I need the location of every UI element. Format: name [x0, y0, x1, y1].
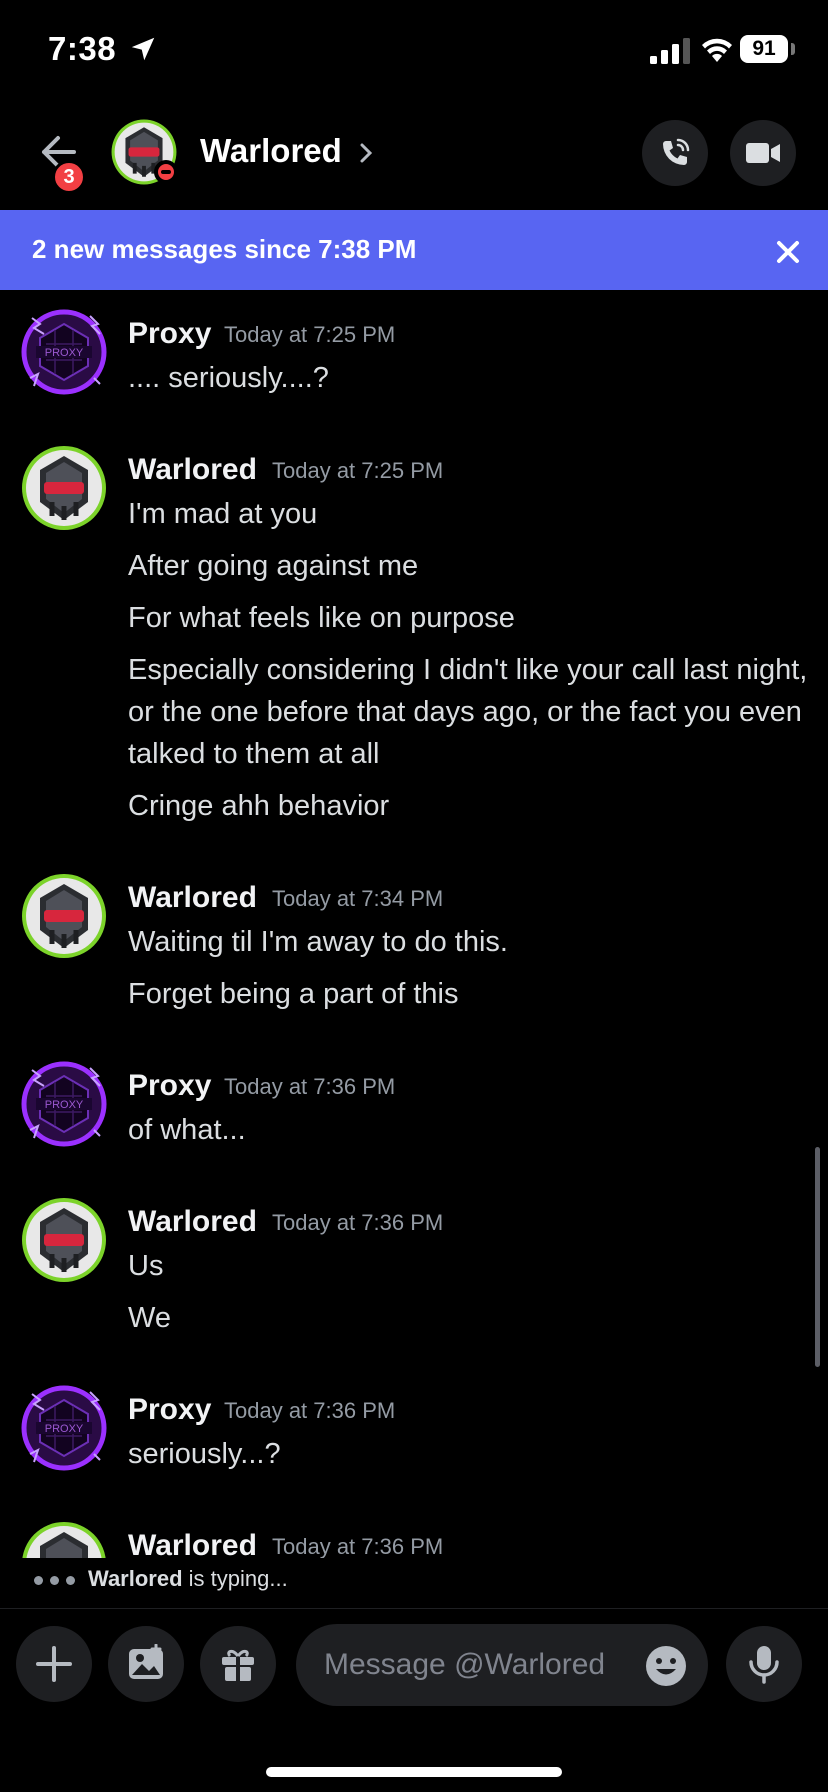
- battery-indicator: 91: [740, 35, 788, 63]
- message-timestamp: Today at 7:36 PM: [224, 1074, 396, 1099]
- avatar[interactable]: [20, 872, 108, 960]
- message-text: Forget being a part of this: [128, 978, 459, 1010]
- message-text: .... seriously....?: [128, 362, 329, 394]
- message-author[interactable]: Proxy: [128, 1069, 211, 1103]
- wifi-icon: [702, 38, 732, 62]
- typing-indicator: Warlored is typing...: [0, 1558, 828, 1608]
- chevron-right-icon[interactable]: [358, 142, 374, 164]
- microphone-icon: [749, 1646, 779, 1684]
- status-dnd-icon: [154, 160, 178, 184]
- status-bar: 7:38 91: [0, 0, 828, 100]
- svg-text:PROXY: PROXY: [45, 1423, 84, 1435]
- svg-text:PROXY: PROXY: [45, 1099, 84, 1111]
- avatar[interactable]: PROXY: [20, 308, 108, 396]
- message-timestamp: Today at 7:36 PM: [272, 1534, 444, 1558]
- scrollbar-thumb[interactable]: [815, 1147, 820, 1367]
- message-timestamp: Today at 7:25 PM: [224, 322, 396, 347]
- typing-dots-icon: [34, 1576, 78, 1586]
- avatar[interactable]: PROXY: [20, 1384, 108, 1472]
- message-author[interactable]: Warlored: [128, 881, 257, 915]
- message-composer: [0, 1612, 828, 1722]
- message-text: Waiting til I'm away to do this.: [128, 926, 508, 958]
- home-indicator[interactable]: [266, 1767, 562, 1777]
- new-messages-banner[interactable]: 2 new messages since 7:38 PM: [0, 210, 828, 290]
- emoji-icon[interactable]: [644, 1644, 688, 1688]
- phone-icon: [663, 138, 690, 165]
- avatar[interactable]: [20, 1196, 108, 1284]
- page-title[interactable]: Warlored: [200, 132, 342, 170]
- message-author[interactable]: Warlored: [128, 1529, 257, 1558]
- add-attachment-button[interactable]: [16, 1626, 92, 1702]
- svg-text:PROXY: PROXY: [45, 347, 84, 359]
- image-icon: [129, 1644, 163, 1679]
- message-author[interactable]: Warlored: [128, 1205, 257, 1239]
- typing-user: Warlored: [88, 1566, 183, 1591]
- message-timestamp: Today at 7:36 PM: [224, 1398, 396, 1423]
- message-text: Especially considering I didn't like you…: [128, 654, 808, 770]
- message-author[interactable]: Warlored: [128, 453, 257, 487]
- gift-button[interactable]: [200, 1626, 276, 1702]
- avatar[interactable]: [20, 1520, 108, 1558]
- message-author[interactable]: Proxy: [128, 317, 211, 351]
- typing-text: Warlored is typing...: [88, 1566, 288, 1592]
- new-messages-text: 2 new messages since 7:38 PM: [32, 234, 417, 264]
- message-text: Cringe ahh behavior: [128, 790, 390, 822]
- message-timestamp: Today at 7:25 PM: [272, 458, 444, 483]
- gallery-button[interactable]: [108, 1626, 184, 1702]
- message-timestamp: Today at 7:36 PM: [272, 1210, 444, 1235]
- message-text: of what...: [128, 1114, 246, 1146]
- message-text: We: [128, 1302, 171, 1334]
- message-text: I'm mad at you: [128, 498, 318, 530]
- video-call-button[interactable]: [730, 120, 796, 186]
- message-timestamp: Today at 7:34 PM: [272, 886, 444, 911]
- unread-badge: 3: [52, 160, 86, 194]
- message-text: For what feels like on purpose: [128, 602, 515, 634]
- message-input-container[interactable]: [296, 1624, 708, 1706]
- voice-message-button[interactable]: [726, 1626, 802, 1702]
- dm-header: 3 Warlored: [0, 100, 828, 210]
- battery-tip: [791, 43, 795, 55]
- voice-call-button[interactable]: [642, 120, 708, 186]
- message-list[interactable]: PROXY Proxy Today at 7:25 PM .... seriou…: [0, 290, 828, 1558]
- plus-icon: [36, 1646, 72, 1682]
- avatar[interactable]: [20, 444, 108, 532]
- video-camera-icon: [746, 143, 780, 163]
- message-text: Us: [128, 1250, 164, 1282]
- location-arrow-icon: [131, 37, 155, 61]
- message-input[interactable]: [324, 1644, 624, 1686]
- typing-suffix: is typing...: [182, 1566, 288, 1591]
- status-time: 7:38: [48, 30, 117, 67]
- gift-icon: [222, 1649, 254, 1681]
- divider: [0, 1608, 828, 1609]
- avatar[interactable]: PROXY: [20, 1060, 108, 1148]
- cellular-signal-icon: [650, 38, 690, 64]
- message-author[interactable]: Proxy: [128, 1393, 211, 1427]
- close-icon[interactable]: [772, 236, 804, 268]
- message-text: seriously...?: [128, 1438, 281, 1470]
- message-text: After going against me: [128, 550, 419, 582]
